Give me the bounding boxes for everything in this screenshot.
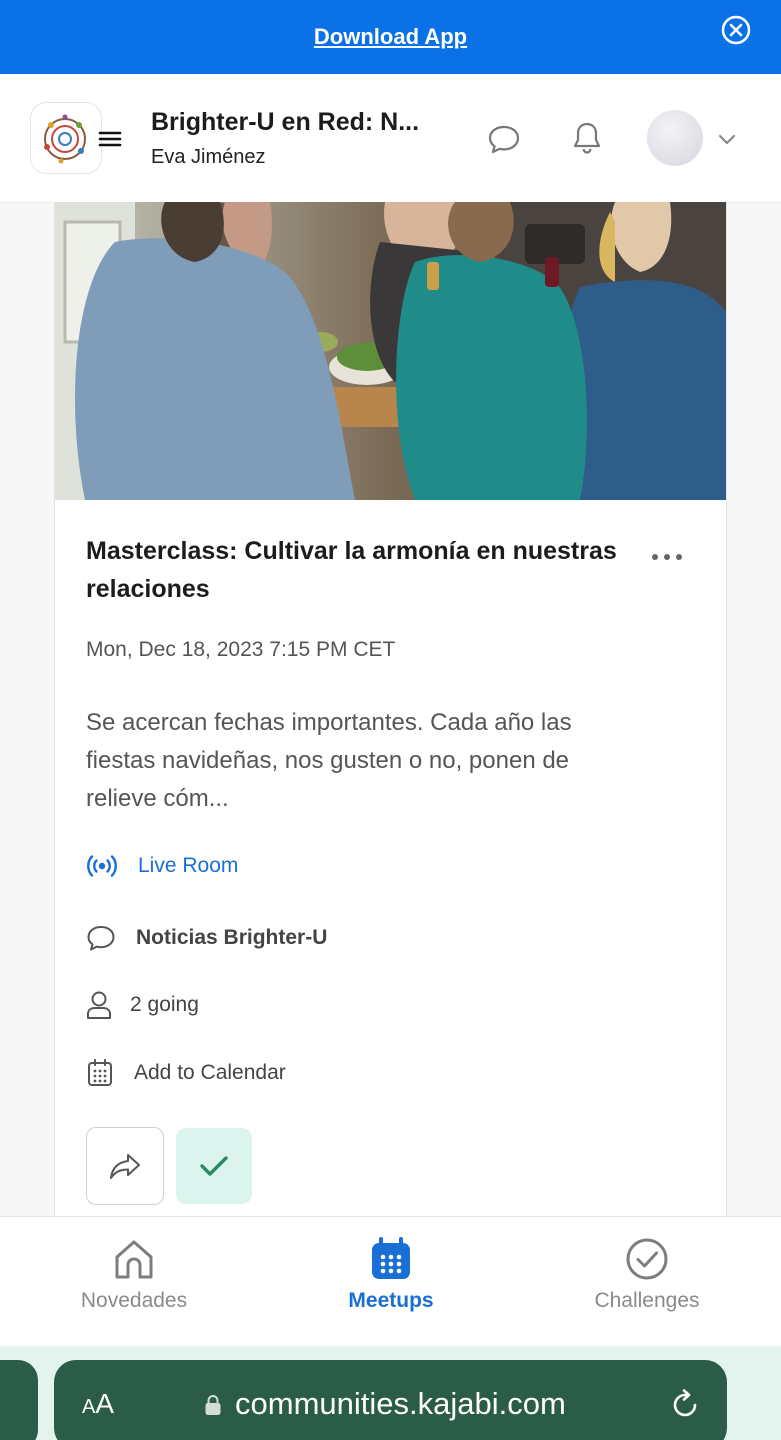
tab-label: Challenges xyxy=(594,1289,700,1312)
more-options-icon[interactable] xyxy=(651,552,683,562)
tab-novedades[interactable]: Novedades xyxy=(34,1237,234,1313)
event-description: Se acercan fechas importantes. Cada año … xyxy=(86,709,572,812)
lock-icon xyxy=(205,1394,221,1415)
event-title[interactable]: Masterclass: Cultivar la armonía en nues… xyxy=(86,532,626,608)
menu-icon[interactable] xyxy=(98,130,122,148)
notifications-bell-icon[interactable] xyxy=(570,120,604,156)
tab-label: Meetups xyxy=(348,1289,434,1312)
event-cover-image xyxy=(55,202,726,500)
event-card: Masterclass: Cultivar la armonía en nues… xyxy=(54,202,727,1216)
tab-meetups[interactable]: Meetups xyxy=(291,1237,491,1313)
user-avatar[interactable] xyxy=(647,110,703,166)
event-category[interactable]: Noticias Brighter-U xyxy=(86,924,327,952)
browser-toolbar: AA communities.kajabi.com xyxy=(0,1346,781,1440)
event-datetime: Mon, Dec 18, 2023 7:15 PM CET xyxy=(86,638,396,661)
calendar-icon xyxy=(88,1059,112,1086)
add-to-calendar-link[interactable]: Add to Calendar xyxy=(86,1058,286,1088)
check-circle-icon xyxy=(626,1238,668,1280)
share-button[interactable] xyxy=(86,1127,164,1205)
chat-icon[interactable] xyxy=(487,122,521,156)
address-bar[interactable]: AA communities.kajabi.com xyxy=(54,1360,727,1440)
comment-icon xyxy=(87,926,115,951)
close-icon[interactable] xyxy=(721,15,751,45)
live-room-label: Live Room xyxy=(138,854,239,877)
attending-button[interactable] xyxy=(176,1128,252,1204)
community-header: Brighter-U en Red: N... Eva Jiménez xyxy=(0,74,781,203)
reload-icon[interactable] xyxy=(668,1388,702,1422)
broadcast-icon xyxy=(87,855,117,877)
add-to-calendar-label: Add to Calendar xyxy=(134,1061,286,1084)
url-text: communities.kajabi.com xyxy=(235,1386,566,1421)
chevron-down-icon[interactable] xyxy=(716,128,738,150)
attendees-count[interactable]: 2 going xyxy=(86,990,199,1020)
share-arrow-icon xyxy=(110,1154,140,1179)
previous-tab[interactable] xyxy=(0,1360,38,1440)
logo-mark-icon xyxy=(44,114,86,164)
check-icon xyxy=(200,1156,228,1176)
going-label: 2 going xyxy=(130,993,199,1016)
calendar-icon xyxy=(372,1237,410,1279)
community-logo[interactable] xyxy=(30,102,102,174)
download-banner: Download App xyxy=(0,0,781,74)
live-room-link[interactable]: Live Room xyxy=(86,854,238,878)
bottom-tab-bar: Novedades Meetups Challenges xyxy=(0,1216,781,1347)
community-title[interactable]: Brighter-U en Red: N... xyxy=(151,108,419,137)
download-app-link[interactable]: Download App xyxy=(314,24,467,50)
community-author: Eva Jiménez xyxy=(151,146,266,168)
home-icon xyxy=(115,1240,153,1279)
category-label: Noticias Brighter-U xyxy=(136,926,328,949)
tab-label: Novedades xyxy=(80,1289,188,1312)
text-size-button[interactable]: AA xyxy=(82,1388,114,1420)
tab-challenges[interactable]: Challenges xyxy=(547,1237,747,1313)
user-icon xyxy=(87,991,111,1019)
